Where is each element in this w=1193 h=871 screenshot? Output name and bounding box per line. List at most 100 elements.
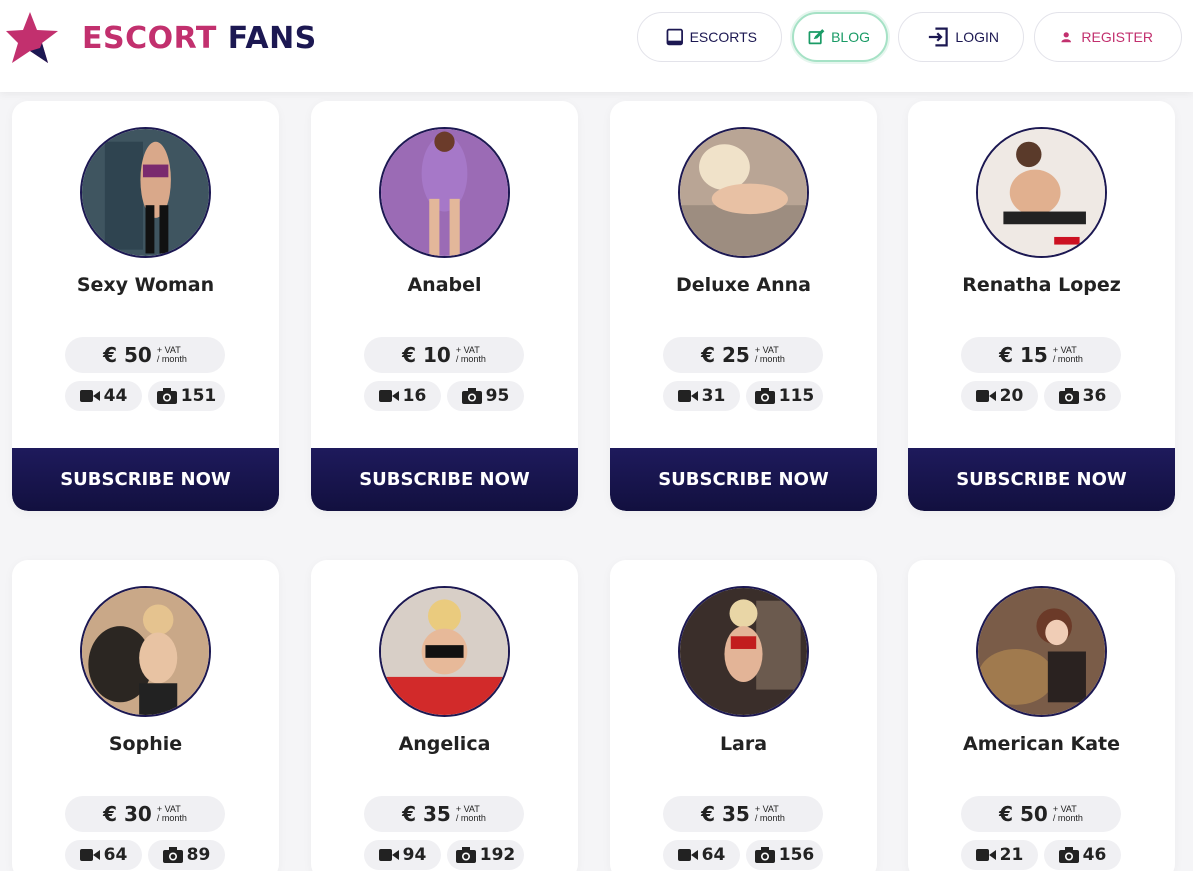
period-label: / month (1052, 813, 1083, 823)
period-label: / month (754, 813, 785, 823)
subscribe-button[interactable]: SUBSCRIBE NOW (610, 448, 877, 511)
price-amount: € 35 (701, 802, 750, 826)
profile-avatar[interactable] (379, 586, 510, 717)
profile-avatar[interactable] (976, 586, 1107, 717)
photo-count: 95 (447, 381, 524, 411)
profile-name[interactable]: Lara (610, 733, 877, 755)
photo-count: 192 (447, 840, 524, 870)
site-logo[interactable]: ESCORT FANS (6, 12, 317, 64)
video-camera-icon (677, 849, 698, 861)
profile-name[interactable]: Angelica (311, 733, 578, 755)
nav-blog-button[interactable]: BLOG (792, 12, 888, 62)
video-camera-icon (677, 390, 698, 402)
video-count: 64 (65, 840, 142, 870)
video-count: 31 (663, 381, 740, 411)
price-amount: € 30 (103, 802, 152, 826)
camera-icon (1058, 847, 1079, 863)
price-amount: € 50 (103, 343, 152, 367)
video-camera-icon (79, 849, 100, 861)
photo-count: 36 (1044, 381, 1121, 411)
profile-name[interactable]: Sexy Woman (12, 274, 279, 296)
price-badge: € 50 + VAT / month (961, 796, 1121, 832)
user-icon (1061, 32, 1071, 43)
video-count: 94 (364, 840, 441, 870)
media-stats: 94 192 (364, 840, 524, 870)
nav-login-button[interactable]: LOGIN (898, 12, 1024, 62)
profile-avatar[interactable] (976, 127, 1107, 258)
profile-avatar[interactable] (678, 586, 809, 717)
brand-name-part2: FANS (227, 20, 317, 56)
profile-name[interactable]: Renatha Lopez (908, 274, 1175, 296)
video-camera-icon (79, 390, 100, 402)
profile-name[interactable]: Deluxe Anna (610, 274, 877, 296)
price-badge: € 30 + VAT / month (65, 796, 225, 832)
main-nav: ESCORTS BLOG LOGIN REGISTER (637, 12, 1182, 62)
profile-card[interactable]: Sexy Woman € 50 + VAT / month 44 151 SUBS… (12, 101, 279, 511)
media-stats: 64 89 (65, 840, 225, 870)
video-count: 44 (65, 381, 142, 411)
period-label: / month (455, 813, 486, 823)
profile-card[interactable]: Sophie € 30 + VAT / month 64 89 (12, 560, 279, 871)
video-count: 21 (961, 840, 1038, 870)
media-stats: 31 115 (663, 381, 823, 411)
photo-count: 46 (1044, 840, 1121, 870)
profile-avatar[interactable] (80, 586, 211, 717)
media-stats: 20 36 (961, 381, 1121, 411)
media-stats: 21 46 (961, 840, 1121, 870)
media-stats: 16 95 (364, 381, 524, 411)
profile-card[interactable]: Renatha Lopez € 15 + VAT / month 20 36 SU… (908, 101, 1175, 511)
video-camera-icon (378, 390, 399, 402)
price-amount: € 15 (999, 343, 1048, 367)
profile-card[interactable]: Deluxe Anna € 25 + VAT / month 31 115 SUB… (610, 101, 877, 511)
nav-register-button[interactable]: REGISTER (1034, 12, 1182, 62)
star-logo-icon (6, 12, 58, 63)
price-badge: € 10 + VAT / month (364, 337, 524, 373)
profile-avatar[interactable] (80, 127, 211, 258)
price-amount: € 10 (402, 343, 451, 367)
video-camera-icon (975, 849, 996, 861)
edit-note-icon (808, 29, 825, 45)
video-count: 16 (364, 381, 441, 411)
subscribe-button[interactable]: SUBSCRIBE NOW (12, 448, 279, 511)
video-count: 64 (663, 840, 740, 870)
price-amount: € 35 (402, 802, 451, 826)
camera-icon (156, 388, 177, 404)
profile-card[interactable]: American Kate € 50 + VAT / month 21 46 (908, 560, 1175, 871)
price-amount: € 25 (701, 343, 750, 367)
profile-name[interactable]: Anabel (311, 274, 578, 296)
tablet-icon (666, 28, 683, 46)
login-icon (928, 27, 948, 47)
photo-count: 115 (746, 381, 823, 411)
period-label: / month (156, 354, 187, 364)
subscribe-button[interactable]: SUBSCRIBE NOW (908, 448, 1175, 511)
price-badge: € 35 + VAT / month (663, 796, 823, 832)
subscribe-button[interactable]: SUBSCRIBE NOW (311, 448, 578, 511)
price-amount: € 50 (999, 802, 1048, 826)
period-label: / month (156, 813, 187, 823)
profile-name[interactable]: American Kate (908, 733, 1175, 755)
camera-icon (162, 847, 183, 863)
profile-grid: Sexy Woman € 50 + VAT / month 44 151 SUBS… (0, 0, 1193, 871)
profile-avatar[interactable] (379, 127, 510, 258)
video-count: 20 (961, 381, 1038, 411)
video-camera-icon (975, 390, 996, 402)
price-badge: € 35 + VAT / month (364, 796, 524, 832)
brand-name-part1: ESCORT (82, 20, 217, 56)
camera-icon (455, 847, 476, 863)
nav-escorts-button[interactable]: ESCORTS (637, 12, 782, 62)
profile-avatar[interactable] (678, 127, 809, 258)
site-header: ESCORT FANS ESCORTS BLOG LOGIN REGISTER (0, 0, 1193, 92)
profile-card[interactable]: Lara € 35 + VAT / month 64 156 (610, 560, 877, 871)
camera-icon (754, 847, 775, 863)
media-stats: 44 151 (65, 381, 225, 411)
profile-card[interactable]: Angelica € 35 + VAT / month 94 192 (311, 560, 578, 871)
period-label: / month (455, 354, 486, 364)
period-label: / month (754, 354, 785, 364)
price-badge: € 25 + VAT / month (663, 337, 823, 373)
profile-card[interactable]: Anabel € 10 + VAT / month 16 95 SUBSCRIBE… (311, 101, 578, 511)
profile-name[interactable]: Sophie (12, 733, 279, 755)
photo-count: 156 (746, 840, 823, 870)
video-camera-icon (378, 849, 399, 861)
camera-icon (754, 388, 775, 404)
camera-icon (1058, 388, 1079, 404)
